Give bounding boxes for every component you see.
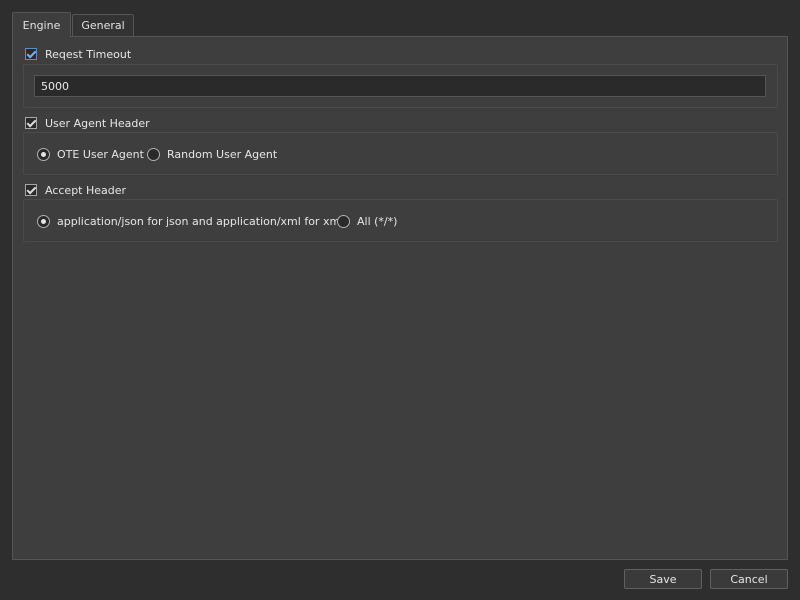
- radio-button[interactable]: [37, 214, 50, 228]
- radio-button[interactable]: [37, 147, 50, 161]
- user-agent-group: OTE User Agent Random User Agent: [23, 132, 778, 175]
- radio-ote-user-agent[interactable]: OTE User Agent: [37, 146, 144, 162]
- cancel-button[interactable]: Cancel: [710, 569, 788, 589]
- radio-random-user-agent-label: Random User Agent: [167, 147, 278, 161]
- tab-engine-label: Engine: [22, 18, 61, 32]
- save-button[interactable]: Save: [624, 569, 702, 589]
- user-agent-label: User Agent Header: [45, 116, 150, 130]
- accept-header-group: application/json for json and applicatio…: [23, 199, 778, 242]
- cancel-button-label: Cancel: [730, 572, 768, 586]
- request-timeout-input[interactable]: [34, 75, 766, 97]
- tab-engine[interactable]: Engine: [12, 12, 71, 37]
- tab-general[interactable]: General: [72, 14, 134, 36]
- request-timeout-label: Reqest Timeout: [45, 47, 132, 61]
- accept-header-label: Accept Header: [45, 183, 127, 197]
- request-timeout-checkbox-row[interactable]: Reqest Timeout: [25, 46, 131, 62]
- radio-all-label: All (*/*): [357, 214, 398, 228]
- user-agent-checkbox-row[interactable]: User Agent Header: [25, 115, 150, 131]
- settings-window: Engine General Reqest Timeout User Agent…: [0, 0, 800, 600]
- accept-header-checkbox[interactable]: [25, 184, 37, 196]
- accept-header-checkbox-row[interactable]: Accept Header: [25, 182, 126, 198]
- engine-settings-panel: Reqest Timeout User Agent Header OTE Use…: [12, 36, 788, 560]
- radio-random-user-agent[interactable]: Random User Agent: [147, 146, 277, 162]
- radio-application-json-label: application/json for json and applicatio…: [57, 214, 344, 228]
- request-timeout-group: [23, 64, 778, 108]
- radio-all[interactable]: All (*/*): [337, 213, 397, 229]
- radio-button[interactable]: [147, 147, 160, 161]
- radio-ote-user-agent-label: OTE User Agent: [57, 147, 144, 161]
- user-agent-checkbox[interactable]: [25, 117, 37, 129]
- save-button-label: Save: [649, 572, 677, 586]
- request-timeout-checkbox[interactable]: [25, 48, 37, 60]
- radio-application-json[interactable]: application/json for json and applicatio…: [37, 213, 343, 229]
- radio-button[interactable]: [337, 214, 350, 228]
- tab-general-label: General: [81, 19, 125, 32]
